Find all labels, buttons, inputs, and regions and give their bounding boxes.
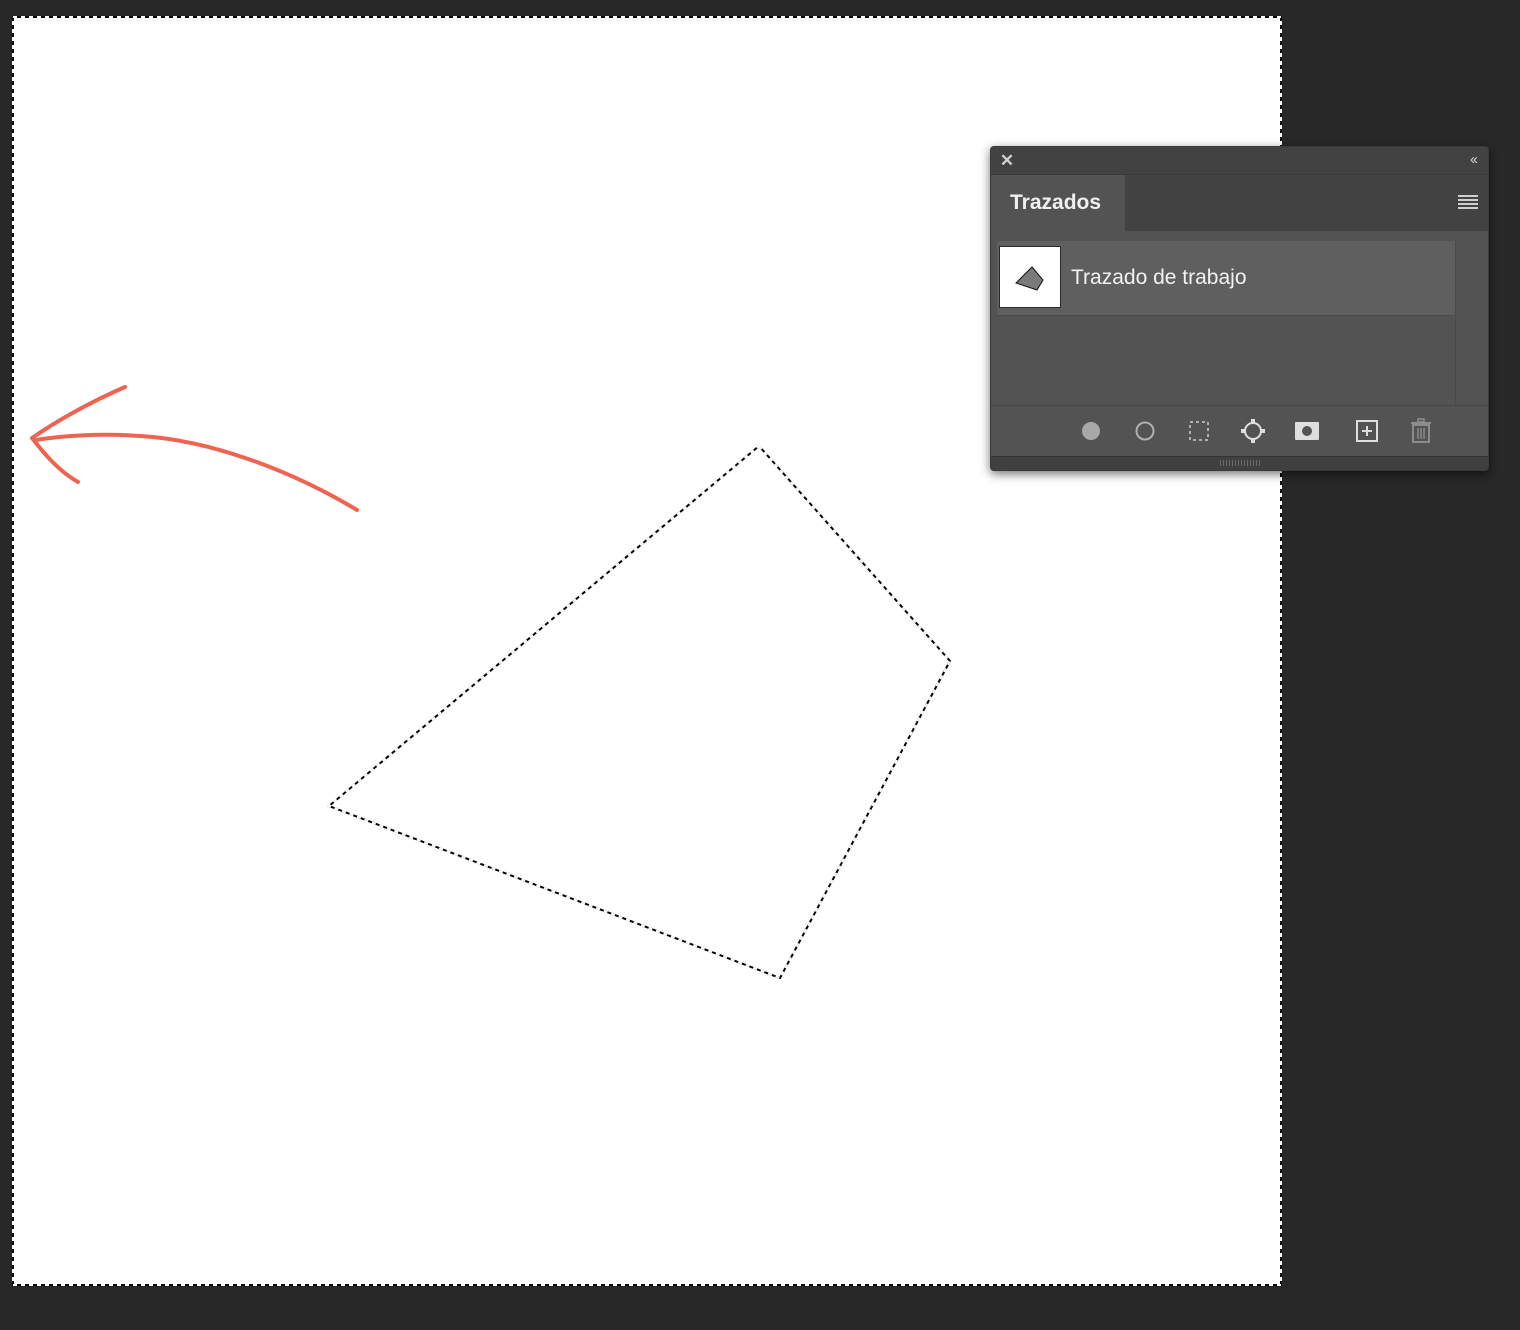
grip-dots	[1220, 460, 1260, 466]
tab-paths[interactable]: Trazados	[991, 175, 1125, 231]
close-icon[interactable]: ✕	[999, 152, 1015, 169]
panel-titlebar[interactable]: ✕ ‹‹	[991, 147, 1488, 175]
path-label: Trazado de trabajo	[1071, 266, 1247, 289]
panel-tabbar: Trazados	[991, 175, 1488, 231]
stroke-path-icon[interactable]	[1132, 418, 1158, 444]
panel-footer-toolbar	[991, 405, 1488, 456]
new-path-icon[interactable]	[1354, 418, 1380, 444]
path-thumbnail-icon	[999, 246, 1061, 308]
paths-list: Trazado de trabajo	[991, 231, 1488, 405]
panel-menu-icon[interactable]	[1458, 195, 1478, 209]
delete-path-icon[interactable]	[1408, 418, 1434, 444]
add-mask-icon[interactable]	[1294, 418, 1320, 444]
paths-panel: ✕ ‹‹ Trazados Trazado de trabajo	[990, 146, 1489, 471]
double-chevron-left-icon[interactable]: ‹‹	[1456, 152, 1478, 168]
fill-path-icon[interactable]	[1078, 418, 1104, 444]
load-path-as-selection-icon[interactable]	[1186, 418, 1212, 444]
path-row-work-path[interactable]: Trazado de trabajo	[997, 241, 1455, 316]
panel-scrollbar[interactable]	[1455, 241, 1488, 405]
make-work-path-icon[interactable]	[1240, 418, 1266, 444]
panel-resize-grip[interactable]	[991, 456, 1488, 470]
